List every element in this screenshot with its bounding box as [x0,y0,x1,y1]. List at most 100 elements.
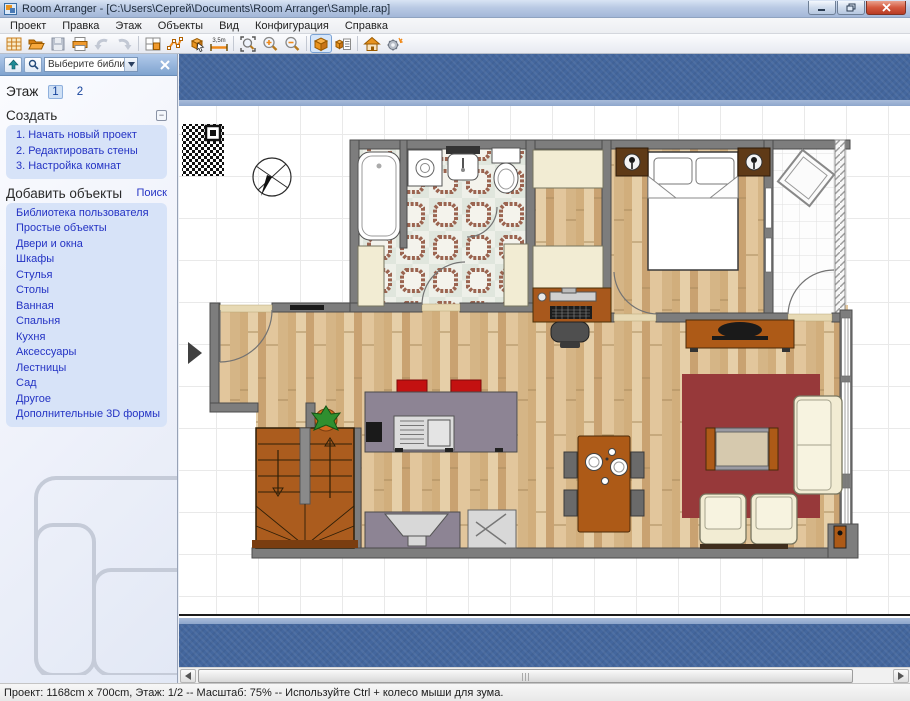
app-icon [4,3,17,15]
lib-item-wardrobes[interactable]: Шкафы [16,252,161,268]
bathroom-cabinet-left[interactable] [358,246,384,306]
floor-lamp[interactable] [834,526,846,548]
armchair[interactable] [751,494,797,544]
floor-1-button[interactable]: 1 [48,85,62,99]
add-objects-title: Добавить объекты [6,186,122,201]
menu-edit[interactable]: Правка [54,19,107,33]
menu-configuration[interactable]: Конфигурация [247,19,337,33]
view-3d-button[interactable] [310,34,332,53]
dining-chair[interactable] [631,490,644,516]
lib-item-simple-objects[interactable]: Простые объекты [16,221,161,237]
tv-cabinet[interactable] [686,320,794,352]
lib-item-chairs[interactable]: Стулья [16,268,161,284]
floor-2-button[interactable]: 2 [73,85,87,99]
menu-objects[interactable]: Объекты [150,19,211,33]
nightstand-left[interactable] [616,148,648,176]
object-list-button[interactable] [332,34,354,53]
horizontal-scrollbar[interactable] [179,667,910,683]
lib-item-bathroom[interactable]: Ванная [16,299,161,315]
menu-help[interactable]: Справка [337,19,396,33]
bathroom-sink[interactable] [446,146,480,180]
open-folder-icon [27,35,45,53]
bathroom-cabinet-right[interactable] [504,244,528,306]
minimize-icon [817,4,827,12]
dishwasher[interactable] [468,510,516,548]
coffee-machine[interactable] [366,422,382,442]
coffee-table[interactable] [706,428,778,470]
sidebar-close-button[interactable] [157,57,173,73]
nightstand-right[interactable] [738,148,770,176]
menu-view[interactable]: Вид [211,19,247,33]
sofa[interactable] [794,396,842,494]
dining-chair[interactable] [564,452,577,478]
tv [718,322,762,338]
project-boundary-line [179,614,910,616]
zoom-fit-button[interactable] [237,34,259,53]
move-object-button[interactable] [186,34,208,53]
toolbar-separator [306,36,307,51]
measure-icon: 3,5m [209,35,229,53]
plan-canvas[interactable] [179,54,910,683]
close-button[interactable] [866,1,906,15]
dining-chair[interactable] [564,490,577,516]
house-3d-button[interactable] [361,34,383,53]
lib-item-doors-windows[interactable]: Двери и окна [16,237,161,253]
minimize-button[interactable] [808,1,836,15]
lib-item-user-library[interactable]: Библиотека пользователя [16,206,161,222]
measure-button[interactable]: 3,5m [208,34,230,53]
lib-item-garden[interactable]: Сад [16,376,161,392]
menu-project[interactable]: Проект [2,19,54,33]
library-home-button[interactable] [4,57,22,73]
kitchen-counter-sink[interactable] [365,512,460,548]
entrance-marker [188,342,202,364]
armchair[interactable] [700,494,746,544]
window-top-wall [290,305,324,310]
zoom-out-button[interactable] [281,34,303,53]
library-search-button[interactable] [24,57,42,73]
floor-plan[interactable] [179,106,910,616]
undo-button[interactable] [91,34,113,53]
lib-item-tables[interactable]: Столы [16,283,161,299]
lib-item-accessories[interactable]: Аксессуары [16,345,161,361]
double-bed[interactable] [648,152,738,270]
wardrobe-middle[interactable] [533,246,603,288]
create-item-new-project[interactable]: 1. Начать новый проект [16,128,161,144]
edit-points-button[interactable] [164,34,186,53]
bathtub[interactable] [358,152,400,240]
lib-item-stairs[interactable]: Лестницы [16,361,161,377]
lib-item-kitchen[interactable]: Кухня [16,330,161,346]
print-button[interactable] [69,34,91,53]
create-item-edit-walls[interactable]: 2. Редактировать стены [16,144,161,160]
staircase[interactable] [252,428,358,548]
search-link[interactable]: Поиск [137,187,167,199]
drawing-area[interactable] [179,106,910,616]
lib-item-additional-3d[interactable]: Дополнительные 3D формы [16,407,161,423]
washing-machine[interactable] [408,150,442,186]
open-button[interactable] [25,34,47,53]
lib-item-other[interactable]: Другое [16,392,161,408]
collapse-icon[interactable]: − [156,110,167,121]
restore-button[interactable] [837,1,865,15]
edit-points-icon [166,35,184,53]
desk[interactable] [533,288,611,322]
new-project-button[interactable] [3,34,25,53]
lib-item-bedroom[interactable]: Спальня [16,314,161,330]
canvas-margin-bottom [179,624,910,667]
scroll-left-arrow[interactable] [180,669,196,683]
object-list-icon [334,35,352,53]
scrollbar-thumb[interactable] [198,669,853,683]
zoom-in-button[interactable] [259,34,281,53]
menu-floor[interactable]: Этаж [107,19,149,33]
canvas-margin-top [179,54,910,100]
create-item-room-setup[interactable]: 3. Настройка комнат [16,159,161,175]
library-dropdown[interactable]: Выберите библиотеку... [44,57,138,72]
save-button[interactable] [47,34,69,53]
configuration-button[interactable] [383,34,405,53]
toilet[interactable] [492,148,520,193]
redo-button[interactable] [113,34,135,53]
dining-chair[interactable] [631,452,644,478]
app-window: Room Arranger - [C:\Users\Сергей\Documen… [0,0,910,701]
design-walls-button[interactable] [142,34,164,53]
wardrobe-top[interactable] [533,150,603,188]
scroll-right-arrow[interactable] [893,669,909,683]
